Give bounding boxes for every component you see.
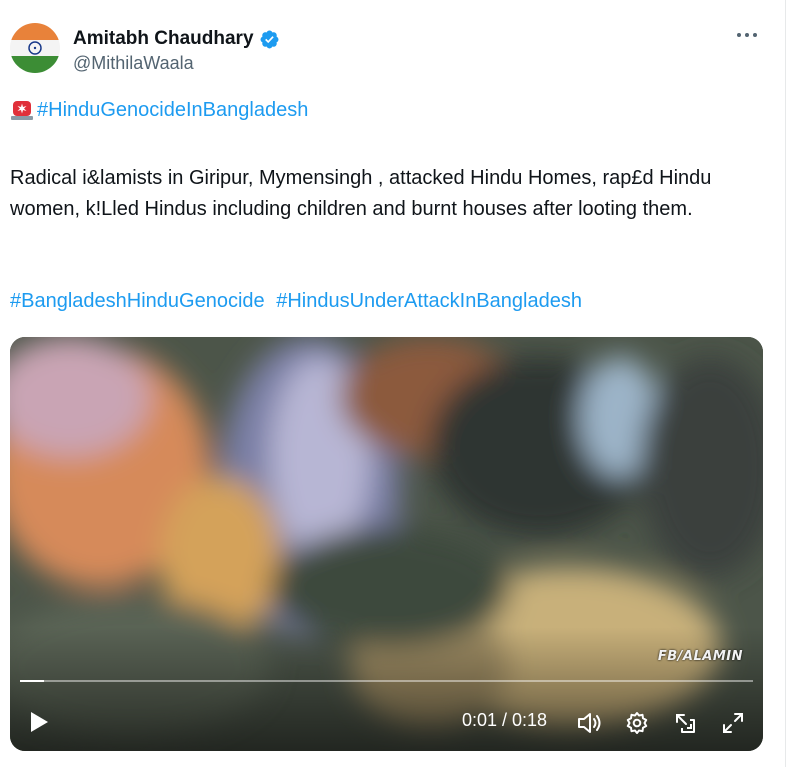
video-time-display: 0:01 / 0:18: [462, 710, 548, 730]
tweet-body-text: Radical i&lamists in Giripur, Mymensingh…: [10, 167, 712, 220]
more-options-icon: [737, 33, 757, 37]
author-handle[interactable]: @MithilaWaala: [73, 53, 280, 74]
tweet-header: Amitabh Chaudhary @MithilaWaala: [10, 23, 770, 79]
settings-button[interactable]: [623, 709, 651, 737]
hashtag-link[interactable]: #HindusUnderAttackInBangladesh: [276, 290, 582, 312]
author-avatar[interactable]: [10, 23, 60, 73]
play-icon: [31, 712, 48, 732]
hashtag-link[interactable]: #BangladeshHinduGenocide: [10, 290, 265, 312]
play-button[interactable]: [26, 709, 52, 735]
tweet-hashtags: #BangladeshHinduGenocide #HindusUnderAtt…: [10, 290, 588, 313]
tweet-headline: #HinduGenocideInBangladesh: [10, 98, 308, 122]
india-flag-avatar-icon: [10, 23, 60, 73]
author-names: Amitabh Chaudhary @MithilaWaala: [73, 28, 280, 74]
verified-badge-icon[interactable]: [259, 29, 280, 50]
video-player[interactable]: FB/ALAMIN 0:01 / 0:18: [10, 337, 763, 751]
hashtag-link[interactable]: #HinduGenocideInBangladesh: [37, 99, 308, 122]
video-progress-bar[interactable]: [20, 680, 753, 682]
pop-out-button[interactable]: [671, 709, 699, 737]
author-display-name[interactable]: Amitabh Chaudhary: [73, 28, 254, 50]
pop-out-icon: [676, 714, 695, 733]
fullscreen-button[interactable]: [719, 709, 747, 737]
timeline-border: [785, 0, 786, 767]
settings-icon: [626, 712, 648, 734]
fullscreen-icon: [723, 713, 743, 733]
rotating-siren-icon: [11, 101, 33, 120]
video-progress-fill: [20, 680, 45, 682]
video-watermark: FB/ALAMIN: [657, 649, 743, 664]
more-options-button[interactable]: [732, 23, 762, 47]
video-frame: [10, 337, 763, 751]
volume-button[interactable]: [575, 709, 603, 737]
volume-icon: [578, 713, 601, 733]
